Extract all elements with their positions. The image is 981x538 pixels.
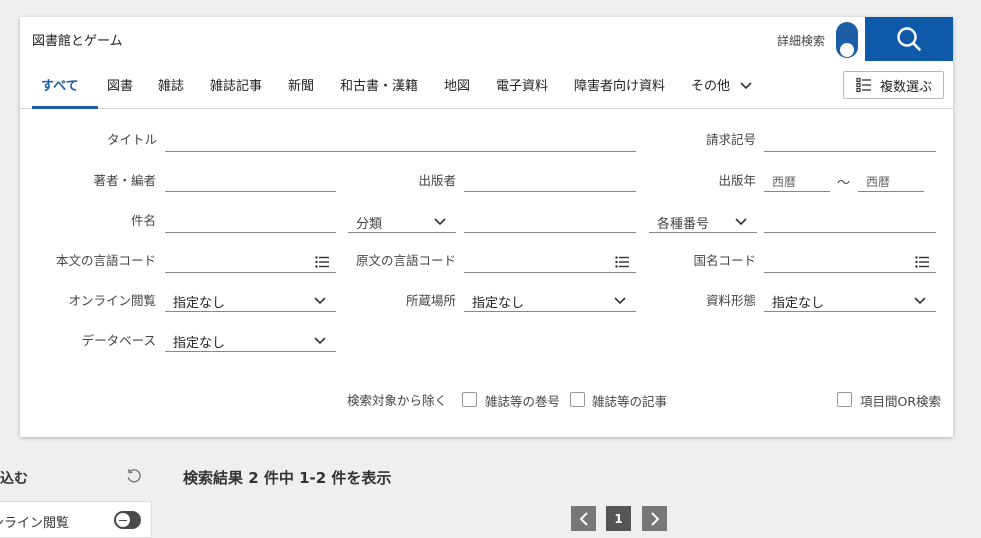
chevron-down-icon: [614, 297, 626, 305]
chevron-down-icon: [740, 82, 752, 90]
multi-select-button[interactable]: 複数選ぶ: [843, 71, 944, 99]
tab-articles[interactable]: 雑誌記事: [210, 75, 262, 94]
country-code-field[interactable]: [764, 251, 936, 273]
or-search-label: 項目間OR検索: [860, 394, 942, 409]
year-to-placeholder: 西暦: [866, 175, 891, 189]
page-number-current[interactable]: 1: [606, 506, 631, 531]
exclude-articles-label: 雑誌等の記事: [592, 394, 668, 409]
classification-label: 分類: [356, 217, 383, 232]
call-number-label: 請求記号: [705, 132, 756, 147]
tab-magazines[interactable]: 雑誌: [158, 75, 184, 94]
tab-all[interactable]: すべて: [41, 75, 79, 94]
filter-title: 絞り込む: [0, 471, 28, 487]
tab-other[interactable]: その他: [691, 75, 752, 94]
online-access-select[interactable]: 指定なし: [165, 290, 336, 312]
material-type-label: 資料形態: [705, 293, 756, 308]
chevron-down-icon: [735, 218, 747, 226]
subject-label: 件名: [130, 213, 156, 228]
tab-accessible[interactable]: 障害者向け資料: [574, 75, 665, 94]
database-select[interactable]: 指定なし: [165, 330, 336, 352]
search-panel: 図書館とゲーム 詳細検索 すべて 図書 雑誌 雑誌記事 新聞 和古書・漢籍 地図…: [20, 17, 953, 437]
exclude-volumes-checkbox[interactable]: [462, 392, 477, 407]
year-from-field[interactable]: 西暦: [764, 170, 830, 192]
text-language-field[interactable]: [165, 251, 336, 273]
original-language-label: 原文の言語コード: [355, 253, 456, 268]
reset-icon[interactable]: [126, 468, 142, 484]
prev-page-button[interactable]: [571, 506, 596, 531]
search-button[interactable]: [865, 17, 953, 61]
id-numbers-select[interactable]: 各種番号: [649, 211, 757, 233]
chevron-down-icon: [914, 297, 926, 305]
classification-field[interactable]: [464, 211, 636, 233]
list-icon[interactable]: [615, 256, 629, 268]
material-type-select[interactable]: 指定なし: [764, 290, 936, 312]
or-search-checkbox[interactable]: [837, 392, 852, 407]
tab-maps[interactable]: 地図: [444, 75, 470, 94]
publisher-label: 出版者: [418, 173, 456, 188]
chevron-down-icon: [434, 218, 446, 226]
list-icon: [856, 77, 871, 93]
subject-field[interactable]: [165, 211, 336, 233]
call-number-field[interactable]: [764, 130, 936, 152]
list-icon[interactable]: [315, 256, 329, 268]
next-page-button[interactable]: [642, 506, 667, 531]
classification-select[interactable]: 分類: [348, 211, 456, 233]
search-bar: 図書館とゲーム 詳細検索: [20, 17, 953, 61]
active-tab-indicator: [32, 106, 98, 109]
original-language-field[interactable]: [464, 251, 636, 273]
multi-select-label: 複数選ぶ: [880, 79, 933, 95]
author-field[interactable]: [165, 170, 336, 192]
year-to-field[interactable]: 西暦: [858, 170, 924, 192]
tab-books[interactable]: 図書: [107, 75, 133, 94]
filter-toggle[interactable]: [114, 511, 141, 529]
exclude-articles-checkbox[interactable]: [570, 392, 585, 407]
chevron-left-icon: [579, 511, 588, 526]
search-input[interactable]: 図書館とゲーム: [32, 30, 123, 49]
text-language-label: 本文の言語コード: [55, 253, 156, 268]
advanced-search-toggle[interactable]: [836, 22, 858, 58]
chevron-down-icon: [314, 297, 326, 305]
minus-icon: [115, 512, 131, 528]
online-access-value: 指定なし: [173, 296, 226, 311]
database-label: データベース: [81, 333, 156, 348]
filter-item-online-access: オンライン閲覧: [0, 501, 152, 538]
chevron-down-icon: [314, 337, 326, 345]
tab-old-books[interactable]: 和古書・漢籍: [340, 75, 418, 94]
tab-newspapers[interactable]: 新聞: [288, 75, 314, 94]
country-code-label: 国名コード: [693, 253, 756, 268]
author-label: 著者・編者: [93, 173, 156, 188]
tab-other-label: その他: [691, 79, 731, 94]
title-label: タイトル: [107, 132, 158, 147]
material-tabs: すべて 図書 雑誌 雑誌記事 新聞 和古書・漢籍 地図 電子資料 障害者向け資料…: [20, 61, 953, 109]
filter-item-label: オンライン閲覧: [0, 516, 70, 531]
exclude-volumes-label: 雑誌等の巻号: [485, 394, 561, 409]
advanced-search-label: 詳細検索: [777, 34, 826, 48]
material-type-value: 指定なし: [772, 296, 825, 311]
tab-electronic[interactable]: 電子資料: [496, 75, 548, 94]
list-icon[interactable]: [915, 256, 929, 268]
year-range-tilde: ～: [837, 176, 851, 191]
publisher-field[interactable]: [464, 170, 636, 192]
id-numbers-field[interactable]: [764, 211, 936, 233]
exclude-label: 検索対象から除く: [347, 393, 448, 408]
online-access-label: オンライン閲覧: [68, 293, 156, 308]
location-value: 指定なし: [472, 296, 525, 311]
results-summary: 検索結果 2 件中 1-2 件を表示: [183, 469, 392, 487]
year-from-placeholder: 西暦: [772, 175, 797, 189]
toggle-knob: [840, 43, 854, 57]
pub-year-label: 出版年: [718, 173, 756, 188]
id-numbers-label: 各種番号: [657, 217, 710, 232]
chevron-right-icon: [650, 511, 659, 526]
location-label: 所蔵場所: [405, 293, 456, 308]
search-icon: [897, 27, 921, 51]
database-value: 指定なし: [173, 336, 226, 351]
location-select[interactable]: 指定なし: [464, 290, 636, 312]
title-field[interactable]: [165, 130, 636, 152]
